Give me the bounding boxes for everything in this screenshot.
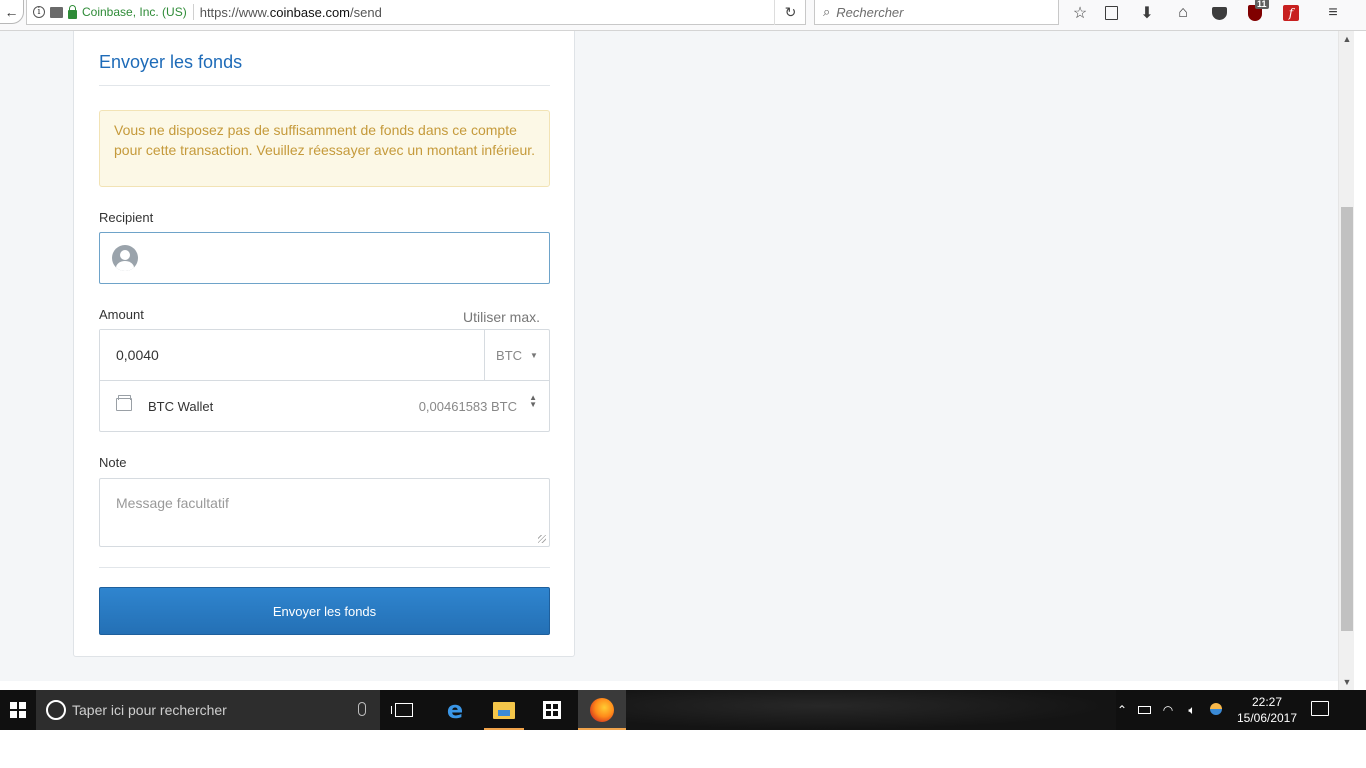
avatar-icon: [112, 245, 138, 271]
store-icon: [543, 701, 561, 719]
url-separator: [192, 4, 194, 20]
pocket-icon[interactable]: [1208, 2, 1230, 24]
submit-divider: [99, 567, 550, 568]
url-domain: coinbase.com: [269, 4, 351, 20]
wifi-icon[interactable]: ◠: [1156, 703, 1180, 717]
windows-logo-icon: [10, 702, 26, 718]
chevron-up-icon[interactable]: ⌃: [1112, 703, 1132, 717]
send-funds-button[interactable]: Envoyer les fonds: [99, 587, 550, 635]
reading-list-icon[interactable]: [1100, 2, 1122, 24]
up-down-caret-icon: ▲ ▼: [529, 393, 537, 409]
browser-search-placeholder: Rechercher: [836, 4, 904, 20]
edge-icon: e: [446, 696, 464, 724]
recipient-label: Recipient: [99, 210, 154, 225]
recipient-input[interactable]: [148, 243, 538, 273]
back-arrow-icon: ←: [4, 3, 19, 20]
url-text[interactable]: https://www.coinbase.com/send: [200, 5, 382, 20]
caret-down-icon: ▼: [530, 350, 538, 360]
notification-icon[interactable]: [1311, 701, 1329, 716]
file-explorer-app[interactable]: [480, 690, 528, 730]
download-icon[interactable]: ⬇: [1136, 2, 1158, 24]
screen-bottom-strip: [0, 730, 1366, 768]
send-card: Envoyer les fonds Vous ne disposez pas d…: [73, 31, 575, 657]
wallet-balance: 0,00461583 BTC: [418, 399, 517, 414]
task-view-button[interactable]: [380, 690, 428, 730]
clock[interactable]: 22:27 15/06/2017: [1236, 694, 1298, 726]
taskbar-background-art: [626, 690, 1116, 730]
taskbar-search-placeholder: Taper ici pour rechercher: [72, 702, 227, 718]
reload-button[interactable]: ↻: [774, 0, 806, 25]
menu-icon[interactable]: ≡: [1322, 2, 1344, 24]
amount-label: Amount: [99, 307, 144, 322]
currency-select[interactable]: BTC ▼: [485, 330, 549, 380]
firefox-icon: [590, 698, 614, 722]
insufficient-funds-warning: Vous ne disposez pas de suffisamment de …: [99, 110, 550, 187]
note-label: Note: [99, 455, 127, 470]
recipient-field[interactable]: [99, 232, 550, 284]
home-icon[interactable]: ⌂: [1172, 2, 1194, 24]
browser-toolbar: ← i Coinbase, Inc. (US) https://www.coin…: [0, 0, 1366, 31]
search-icon: ⌕: [823, 4, 831, 19]
back-button[interactable]: ←: [0, 0, 24, 24]
clock-date: 15/06/2017: [1236, 711, 1298, 725]
url-bar[interactable]: i Coinbase, Inc. (US) https://www.coinba…: [26, 0, 806, 25]
use-max-link[interactable]: Utiliser max.: [463, 309, 540, 325]
ublock-badge: 11: [1255, 0, 1269, 9]
windows-taskbar: Taper ici pour rechercher e ⌃ ◠ 🔈︎ 22:27…: [0, 690, 1366, 730]
taskbar-search[interactable]: Taper ici pour rechercher: [36, 690, 380, 730]
edge-app[interactable]: e: [431, 690, 479, 730]
clock-time: 22:27: [1251, 695, 1283, 709]
reload-icon: ↻: [784, 4, 797, 20]
note-field[interactable]: [99, 478, 550, 547]
microphone-icon[interactable]: [358, 702, 366, 716]
wallet-name: BTC Wallet: [148, 399, 214, 414]
volume-icon[interactable]: 🔈︎: [1180, 703, 1204, 718]
wallet-icon: [116, 395, 132, 411]
scrollbar-thumb[interactable]: [1341, 207, 1353, 631]
permissions-icon[interactable]: [50, 6, 63, 18]
system-tray: ⌃ ◠ 🔈︎: [1112, 690, 1228, 730]
note-input[interactable]: [100, 479, 549, 546]
start-button[interactable]: [0, 690, 36, 730]
amount-input[interactable]: [100, 330, 485, 380]
amount-group: BTC ▼ BTC Wallet 0,00461583 BTC ▲▼: [99, 329, 550, 432]
bookmark-star-icon[interactable]: ☆: [1069, 2, 1091, 24]
battery-icon[interactable]: [1132, 703, 1156, 717]
scroll-down-icon[interactable]: ▼: [1339, 674, 1355, 690]
info-icon[interactable]: i: [33, 6, 45, 18]
resize-grip-icon[interactable]: [538, 535, 546, 543]
weather-icon[interactable]: [1204, 702, 1228, 718]
lock-icon[interactable]: [68, 4, 77, 19]
site-identity[interactable]: Coinbase, Inc. (US): [82, 5, 187, 19]
title-divider: [99, 85, 550, 86]
file-explorer-icon: [493, 701, 515, 719]
page-scrollbar[interactable]: ▲ ▼: [1338, 31, 1354, 690]
task-view-icon: [391, 703, 413, 717]
page-bottom-strip: [0, 681, 1338, 690]
scroll-up-icon[interactable]: ▲: [1339, 31, 1355, 47]
cortana-icon: [46, 700, 66, 720]
store-app[interactable]: [528, 690, 576, 730]
url-path: /send: [350, 4, 382, 20]
currency-value: BTC: [496, 347, 523, 363]
wallet-select[interactable]: BTC Wallet 0,00461583 BTC ▲ ▼: [100, 380, 549, 431]
firefox-app[interactable]: [578, 690, 626, 730]
page-content: Envoyer les fonds Vous ne disposez pas d…: [0, 31, 1338, 681]
url-prefix: https://www.: [199, 4, 270, 20]
flash-icon[interactable]: f: [1280, 2, 1302, 24]
browser-search-bar[interactable]: ⌕ Rechercher: [814, 0, 1059, 25]
card-title: Envoyer les fonds: [99, 52, 243, 72]
